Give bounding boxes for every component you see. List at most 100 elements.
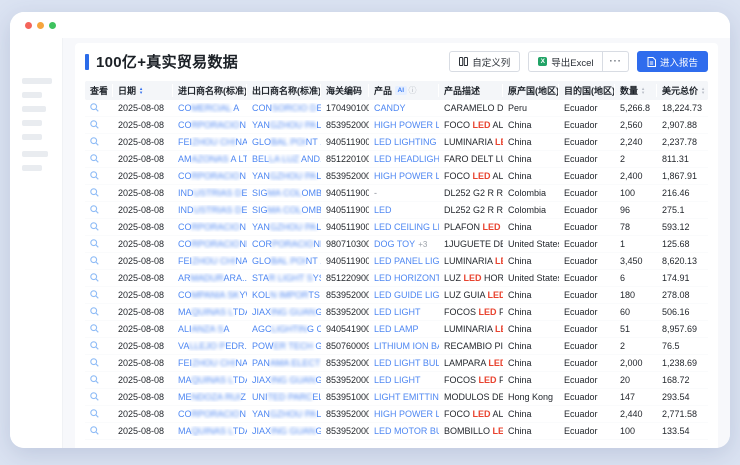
product-link[interactable]: LED [374,205,392,215]
magnifier-icon[interactable] [90,171,99,180]
column-header-qty[interactable]: 数量▲▼ [615,84,657,97]
magnifier-icon[interactable] [90,137,99,146]
product-cell[interactable]: LED HEADLIGHT [369,154,439,164]
product-cell[interactable]: LED LIGHT [369,307,439,317]
exporter-name-cell[interactable]: YANGZHOU PAL LI... [247,171,321,181]
product-link[interactable]: LED HEADLIGHT [374,154,439,164]
exporter-name-cell[interactable]: KOLN IMPORTS [247,290,321,300]
exporter-name-cell[interactable]: AGCLIGHTING C... [247,324,321,334]
magnifier-icon[interactable] [90,188,99,197]
importer-name-cell[interactable]: INDUSTRIAS DE SIS... [173,205,247,215]
product-link[interactable]: HIGH POWER LED F [374,171,439,181]
enter-report-button[interactable]: 进入报告 [637,51,708,72]
product-cell[interactable]: LED HORIZONTAL L [369,273,439,283]
importer-name-cell[interactable]: MAQUINAS LTDA [173,375,247,385]
magnifier-icon[interactable] [90,222,99,231]
exporter-name-cell[interactable]: YANGZHOU PAL LI... [247,120,321,130]
importer-name-cell[interactable]: INDUSTRIAS DE SIS... [173,188,247,198]
magnifier-icon[interactable] [90,154,99,163]
column-header-importer[interactable]: 进口商名称(标准)▲▼ [173,84,247,97]
minimize-window-icon[interactable] [37,22,44,29]
product-link[interactable]: HIGH POWER LED F [374,120,439,130]
product-cell[interactable]: LED [369,205,439,215]
product-cell[interactable]: DOG TOY+3 [369,239,439,249]
product-cell[interactable]: LED GUIDE LIGHT T [369,290,439,300]
sort-icon[interactable]: ▲▼ [641,87,645,93]
exporter-name-cell[interactable]: SIGMA COLOMB... [247,205,321,215]
product-link[interactable]: LED LIGHT BULB [374,358,439,368]
product-link[interactable]: LED MOTOR BULB [374,426,439,436]
importer-name-cell[interactable]: MAQUINAS LTDA [173,307,247,317]
magnifier-icon[interactable] [90,256,99,265]
exporter-name-cell[interactable]: JIAXING GUANGT... [247,307,321,317]
product-cell[interactable]: LED LIGHTING+1 [369,137,439,147]
exporter-name-cell[interactable]: JIAXING GUANGT... [247,375,321,385]
exporter-name-cell[interactable]: YANGZHOU PAL LI... [247,222,321,232]
magnifier-icon[interactable] [90,392,99,401]
column-header-exporter[interactable]: 出口商名称(标准)▲▼ [247,84,321,97]
product-cell[interactable]: LITHIUM ION BATTE [369,341,439,351]
product-cell[interactable]: LED CEILING LIGHT [369,222,439,232]
exporter-name-cell[interactable]: GLOBAL POINT ... [247,137,321,147]
product-link[interactable]: LED LIGHT [374,307,421,317]
product-link[interactable]: LED HORIZONTAL L [374,273,439,283]
importer-name-cell[interactable]: ARMADURARA... [173,273,247,283]
magnifier-icon[interactable] [90,205,99,214]
importer-name-cell[interactable]: MENDOZA RUIZ M... [173,392,247,402]
exporter-name-cell[interactable]: GLOBAL POINT ... [247,256,321,266]
importer-name-cell[interactable]: CORPORACION E... [173,222,247,232]
exporter-name-cell[interactable]: BELLA LUZ AND... [247,154,321,164]
export-more-button[interactable]: ··· [603,51,629,72]
importer-name-cell[interactable]: CORPORACIONES... [173,239,247,249]
exporter-name-cell[interactable]: YANGZHOU PAL LI... [247,409,321,419]
product-cell[interactable]: LED PANEL LIG+1 [369,256,439,266]
importer-name-cell[interactable]: MAQUINAS LTDA [173,426,247,436]
product-link[interactable]: DOG TOY [374,239,415,249]
importer-name-cell[interactable]: VALLEJO PEDR... [173,341,247,351]
magnifier-icon[interactable] [90,120,99,129]
product-link[interactable]: LED GUIDE LIGHT T [374,290,439,300]
product-link[interactable]: LED PANEL LIG [374,256,439,266]
product-cell[interactable]: LED LIGHT [369,375,439,385]
magnifier-icon[interactable] [90,375,99,384]
info-icon[interactable]: ⓘ [409,85,417,96]
magnifier-icon[interactable] [90,409,99,418]
product-cell[interactable]: HIGH POWER LED F [369,120,439,130]
sort-icon[interactable]: ▲▼ [139,87,143,93]
exporter-name-cell[interactable]: POWER TECH GR... [247,341,321,351]
product-link[interactable]: HIGH POWER LED F [374,409,439,419]
magnifier-icon[interactable] [90,239,99,248]
product-cell[interactable]: LED MOTOR BULB [369,426,439,436]
product-link[interactable]: LED CEILING LIGHT [374,222,439,232]
magnifier-icon[interactable] [90,341,99,350]
product-cell[interactable]: LED LAMP [369,324,439,334]
importer-name-cell[interactable]: FEIZHOU CHINA ... [173,137,247,147]
exporter-name-cell[interactable]: JIAXING GUANGT... [247,426,321,436]
magnifier-icon[interactable] [90,426,99,435]
product-link[interactable]: LITHIUM ION BATTE [374,341,439,351]
product-link[interactable]: LIGHT EMITTIN [374,392,439,402]
product-link[interactable]: LED LIGHTING [374,137,437,147]
exporter-name-cell[interactable]: CONSORCIO DEL ... [247,103,321,113]
product-link[interactable]: LED LAMP [374,324,419,334]
importer-name-cell[interactable]: CORPORACION E... [173,171,247,181]
exporter-name-cell[interactable]: SIGMA COLOMB... [247,188,321,198]
importer-name-cell[interactable]: FEIZHOU CHINA ... [173,358,247,368]
product-cell[interactable]: LED LIGHT BULB [369,358,439,368]
magnifier-icon[interactable] [90,358,99,367]
product-link[interactable]: LED LIGHT [374,375,421,385]
magnifier-icon[interactable] [90,324,99,333]
column-header-date[interactable]: 日期▲▼ [113,84,173,97]
exporter-name-cell[interactable]: STAR LIGHT SYST... [247,273,321,283]
product-cell[interactable]: HIGH POWER LED F [369,171,439,181]
exporter-name-cell[interactable]: PANAMA ELECTRIC... [247,358,321,368]
importer-name-cell[interactable]: COMPANIA SKYWI... [173,290,247,300]
product-cell[interactable]: - [369,188,439,198]
magnifier-icon[interactable] [90,307,99,316]
importer-name-cell[interactable]: FEIZHOU CHINA ... [173,256,247,266]
product-link[interactable]: CANDY [374,103,406,113]
maximize-window-icon[interactable] [49,22,56,29]
exporter-name-cell[interactable]: UNITED PARCEL ... [247,392,321,402]
importer-name-cell[interactable]: CORPORACION E... [173,120,247,130]
sort-icon[interactable]: ▲▼ [701,87,705,93]
